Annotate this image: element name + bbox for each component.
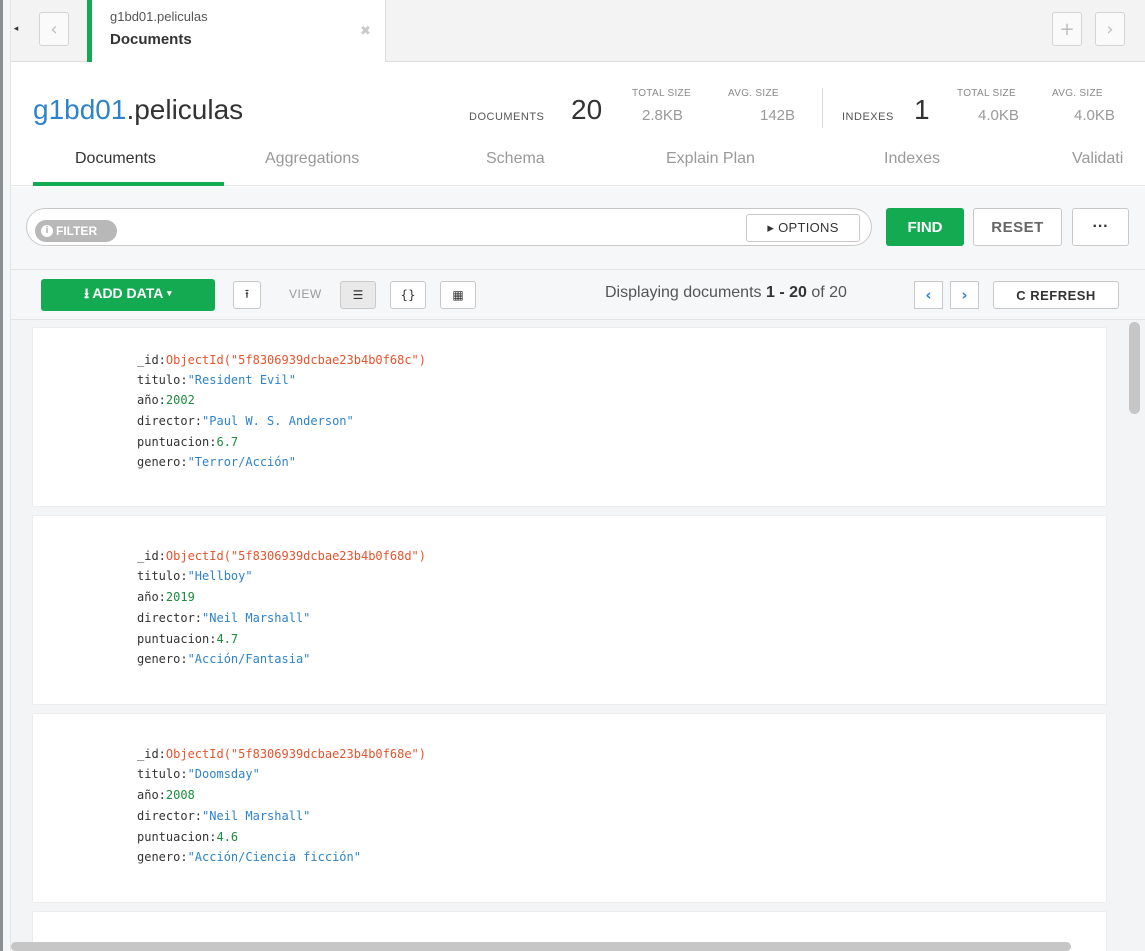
- json-view-icon[interactable]: {}: [390, 281, 426, 309]
- document-card[interactable]: _id:ObjectId("5f8306939dcbae23b4b0f68e")…: [33, 714, 1106, 902]
- tab-documents[interactable]: g1bd01.peliculas Documents ✖: [87, 0, 386, 62]
- field-anio: año:2019: [137, 590, 195, 604]
- pagination-total: of 20: [806, 284, 847, 301]
- doc-avg-size-label: AVG. SIZE: [728, 88, 779, 99]
- field-id: _id:ObjectId("5f8306939dcbae23b4b0f68e"): [137, 747, 426, 761]
- field-anio: año:2002: [137, 393, 195, 407]
- tab-next-button[interactable]: ›: [1095, 12, 1125, 46]
- field-puntuacion: puntuacion:4.7: [137, 632, 239, 646]
- close-icon[interactable]: ✖: [360, 24, 371, 39]
- prev-page-button[interactable]: ‹: [914, 281, 943, 309]
- tab-prev-button[interactable]: ‹: [39, 12, 69, 46]
- subtab-indexes[interactable]: Indexes: [884, 150, 940, 168]
- vertical-scrollbar[interactable]: [1126, 320, 1145, 951]
- field-genero: genero:"Acción/Fantasia": [137, 652, 311, 666]
- documents-count: 20: [571, 94, 603, 125]
- doc-total-size-label: TOTAL SIZE: [632, 88, 691, 99]
- idx-total-size: 4.0KB: [978, 107, 1019, 124]
- refresh-button[interactable]: C REFRESH: [993, 281, 1119, 309]
- pagination-prefix: Displaying documents: [605, 284, 766, 301]
- field-director: director:"Neil Marshall": [137, 809, 311, 823]
- view-label: VIEW: [289, 287, 322, 301]
- more-options-button[interactable]: ···: [1072, 208, 1129, 246]
- add-data-button[interactable]: ⭳ ADD DATA ▾: [41, 279, 215, 311]
- pagination-range: 1 - 20: [765, 284, 807, 301]
- table-view-icon[interactable]: ▦: [440, 281, 476, 309]
- document-card[interactable]: _id:ObjectId("5f8306939dcbae23b4b0f68c")…: [33, 328, 1106, 506]
- subtab-documents[interactable]: Documents: [75, 150, 156, 168]
- field-director: director:"Paul W. S. Anderson": [137, 414, 354, 428]
- page-title: g1bd01.peliculas: [33, 94, 243, 126]
- collapse-sidebar-icon[interactable]: ◂: [11, 12, 21, 46]
- document-card[interactable]: _id:ObjectId("5f8306939dcbae23b4b0f68d")…: [33, 516, 1106, 704]
- field-genero: genero:"Terror/Acción": [137, 455, 296, 469]
- stats-divider: [822, 88, 823, 128]
- tab-strip: ◂ ‹ g1bd01.peliculas Documents ✖ + ›: [11, 0, 1145, 62]
- export-icon[interactable]: ⭱: [233, 281, 261, 309]
- collection-name: .peliculas: [126, 94, 244, 125]
- doc-total-size: 2.8KB: [642, 107, 683, 124]
- filter-label-pill: i FILTER: [35, 220, 117, 242]
- horizontal-scrollbar[interactable]: [11, 942, 1071, 951]
- field-puntuacion: puntuacion:4.6: [137, 830, 239, 844]
- idx-total-size-label: TOTAL SIZE: [957, 88, 1016, 99]
- field-genero: genero:"Acción/Ciencia ficción": [137, 850, 361, 864]
- indexes-label: INDEXES: [842, 111, 894, 123]
- find-button[interactable]: FIND: [886, 208, 964, 246]
- idx-avg-size: 4.0KB: [1074, 107, 1115, 124]
- options-button[interactable]: ▸ OPTIONS: [746, 214, 860, 242]
- subtab-explain-plan[interactable]: Explain Plan: [666, 150, 755, 168]
- document-list: _id:ObjectId("5f8306939dcbae23b4b0f68c")…: [11, 320, 1145, 951]
- tab-namespace: g1bd01.peliculas: [110, 9, 208, 24]
- field-titulo: titulo:"Resident Evil": [137, 373, 296, 387]
- field-id: _id:ObjectId("5f8306939dcbae23b4b0f68d"): [137, 549, 426, 563]
- field-anio: año:2008: [137, 788, 195, 802]
- subtab-schema[interactable]: Schema: [486, 150, 545, 168]
- list-view-icon[interactable]: ☰: [340, 281, 376, 309]
- active-subtab-indicator: [33, 182, 224, 186]
- subtab-validation[interactable]: Validati: [1072, 150, 1123, 168]
- info-icon[interactable]: i: [41, 225, 53, 237]
- doc-avg-size: 142B: [760, 107, 796, 124]
- indexes-count: 1: [914, 94, 930, 125]
- filter-label: FILTER: [56, 224, 98, 238]
- tab-label: Documents: [110, 31, 192, 48]
- collection-subtabs: Documents Aggregations Schema Explain Pl…: [0, 143, 1145, 187]
- idx-avg-size-label: AVG. SIZE: [1052, 88, 1103, 99]
- field-puntuacion: puntuacion:6.7: [137, 435, 239, 449]
- reset-button[interactable]: RESET: [973, 208, 1062, 246]
- next-page-button[interactable]: ›: [950, 281, 979, 309]
- field-id: _id:ObjectId("5f8306939dcbae23b4b0f68c"): [137, 353, 426, 367]
- field-titulo: titulo:"Doomsday": [137, 767, 260, 781]
- scrollbar-thumb[interactable]: [1129, 322, 1140, 414]
- subtab-aggregations[interactable]: Aggregations: [265, 150, 359, 168]
- documents-label: DOCUMENTS: [469, 111, 545, 123]
- field-titulo: titulo:"Hellboy": [137, 569, 253, 583]
- pagination-status: Displaying documents 1 - 20 of 20: [605, 284, 847, 302]
- new-tab-button[interactable]: +: [1052, 12, 1082, 46]
- field-director: director:"Neil Marshall": [137, 611, 311, 625]
- database-name[interactable]: g1bd01: [33, 94, 126, 125]
